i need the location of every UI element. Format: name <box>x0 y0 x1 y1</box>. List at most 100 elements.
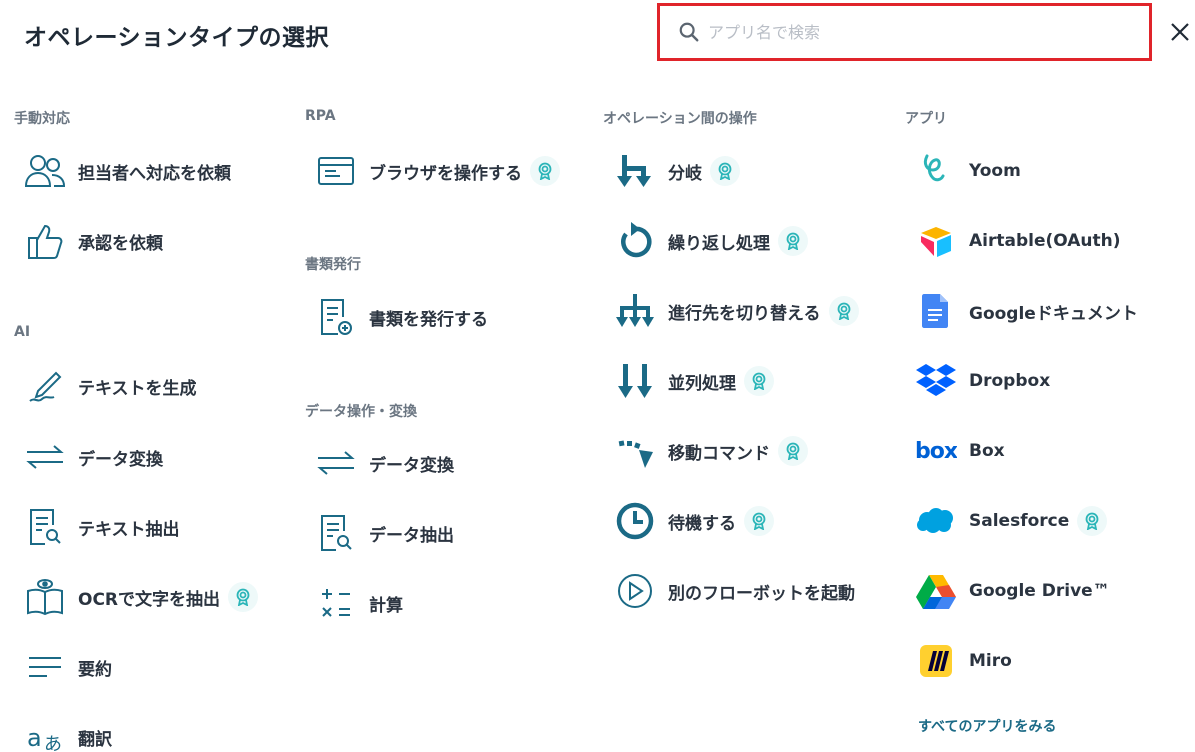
item-ocr[interactable]: OCRで文字を抽出 <box>22 575 259 619</box>
route-switch-icon <box>612 289 658 333</box>
item-label: テキスト抽出 <box>78 519 180 540</box>
item-browser-operate[interactable]: ブラウザを操作する <box>313 149 560 193</box>
item-label: 担当者へ対応を依頼 <box>78 163 231 184</box>
clock-icon <box>612 499 658 543</box>
section-flow: オペレーション間の操作 <box>603 111 757 127</box>
item-extract-text[interactable]: テキスト抽出 <box>22 505 180 549</box>
app-box[interactable]: box Box <box>913 429 1005 473</box>
calculator-icon <box>313 581 359 625</box>
app-search-box[interactable] <box>657 3 1152 61</box>
item-label: 要約 <box>78 659 112 680</box>
item-label: 待機する <box>668 513 736 534</box>
item-label: 別のフローボットを起動 <box>668 583 855 604</box>
browser-window-icon <box>313 149 359 193</box>
item-label: Salesforce <box>969 511 1070 531</box>
item-label: 書類を発行する <box>369 309 488 330</box>
award-icon <box>744 506 774 536</box>
pen-icon <box>22 364 68 408</box>
item-switch-route[interactable]: 進行先を切り替える <box>612 289 859 333</box>
item-label: 分岐 <box>668 163 702 184</box>
award-icon <box>778 226 808 256</box>
swap-arrows-icon <box>22 435 68 479</box>
play-circle-icon <box>612 569 658 613</box>
app-salesforce[interactable]: Salesforce <box>913 499 1108 543</box>
item-label: 移動コマンド <box>668 443 770 464</box>
item-label: テキストを生成 <box>78 378 197 399</box>
page-title: オペレーションタイプの選択 <box>24 25 330 51</box>
item-label: Yoom <box>969 161 1021 181</box>
award-icon <box>744 366 774 396</box>
item-label: 繰り返し処理 <box>668 233 770 254</box>
item-label: データ変換 <box>78 449 163 470</box>
item-generate-text[interactable]: テキストを生成 <box>22 364 197 408</box>
branch-icon <box>612 149 658 193</box>
app-yoom[interactable]: Yoom <box>913 149 1021 193</box>
parallel-arrows-icon <box>612 359 658 403</box>
loop-icon <box>612 219 658 263</box>
section-data-ops: データ操作・変換 <box>305 404 417 420</box>
section-ai: AI <box>14 324 31 340</box>
item-wait[interactable]: 待機する <box>612 499 774 543</box>
item-loop[interactable]: 繰り返し処理 <box>612 219 808 263</box>
app-airtable[interactable]: Airtable(OAuth) <box>913 219 1121 263</box>
award-icon <box>228 582 259 612</box>
dropbox-logo-icon <box>913 359 959 403</box>
google-drive-logo-icon <box>913 569 959 613</box>
item-calculate[interactable]: 計算 <box>313 581 403 625</box>
award-icon <box>530 156 560 186</box>
item-label: 翻訳 <box>78 729 112 750</box>
document-add-icon <box>313 295 359 339</box>
jump-arrow-icon <box>612 429 658 473</box>
item-issue-document[interactable]: 書類を発行する <box>313 295 488 339</box>
item-label: Airtable(OAuth) <box>969 231 1121 251</box>
item-label: Box <box>969 441 1005 461</box>
app-google-drive[interactable]: Google Drive™ <box>913 569 1110 613</box>
section-manual: 手動対応 <box>14 111 70 127</box>
google-docs-logo-icon <box>913 289 959 333</box>
item-label: データ抽出 <box>369 525 454 546</box>
award-icon <box>1077 506 1108 536</box>
see-all-apps-link[interactable]: すべてのアプリをみる <box>918 716 1056 736</box>
item-label: OCRで文字を抽出 <box>78 589 221 610</box>
swap-arrows-icon <box>313 441 359 485</box>
item-label: 計算 <box>369 595 403 616</box>
close-icon[interactable] <box>1166 18 1194 46</box>
item-request-assignee[interactable]: 担当者へ対応を依頼 <box>22 149 231 193</box>
item-convert-data[interactable]: データ変換 <box>313 441 454 485</box>
section-rpa: RPA <box>305 108 336 124</box>
item-label: Google Drive™ <box>969 581 1110 601</box>
item-translate[interactable]: aあ 翻訳 <box>22 715 112 752</box>
airtable-logo-icon <box>913 219 959 263</box>
book-eye-icon <box>22 575 68 619</box>
svg-text:box: box <box>915 439 957 464</box>
item-request-approval[interactable]: 承認を依頼 <box>22 219 163 263</box>
item-label: 並列処理 <box>668 373 736 394</box>
app-miro[interactable]: Miro <box>913 639 1012 683</box>
salesforce-logo-icon <box>913 499 959 543</box>
item-label: データ変換 <box>369 455 454 476</box>
yoom-logo-icon <box>913 149 959 193</box>
box-logo-icon: box <box>913 429 959 473</box>
item-summarize[interactable]: 要約 <box>22 645 112 689</box>
section-apps: アプリ <box>905 111 947 127</box>
thumbs-up-icon <box>22 219 68 263</box>
search-input[interactable] <box>708 22 1108 42</box>
item-parallel[interactable]: 並列処理 <box>612 359 774 403</box>
document-search-icon <box>22 505 68 549</box>
lines-icon <box>22 645 68 689</box>
item-branch[interactable]: 分岐 <box>612 149 740 193</box>
app-dropbox[interactable]: Dropbox <box>913 359 1050 403</box>
item-move-command[interactable]: 移動コマンド <box>612 429 808 473</box>
miro-logo-icon <box>913 639 959 683</box>
item-label: 進行先を切り替える <box>668 303 821 324</box>
item-start-flowbot[interactable]: 別のフローボットを起動 <box>612 569 855 613</box>
section-docs: 書類発行 <box>305 257 361 273</box>
document-search-icon <box>313 511 359 555</box>
award-icon <box>828 296 859 326</box>
item-label: 承認を依頼 <box>78 233 163 254</box>
item-ai-convert-data[interactable]: データ変換 <box>22 435 163 479</box>
award-icon <box>778 436 808 466</box>
item-extract-data[interactable]: データ抽出 <box>313 511 454 555</box>
app-google-docs[interactable]: Googleドキュメント <box>913 289 1138 333</box>
item-label: Dropbox <box>969 371 1051 391</box>
